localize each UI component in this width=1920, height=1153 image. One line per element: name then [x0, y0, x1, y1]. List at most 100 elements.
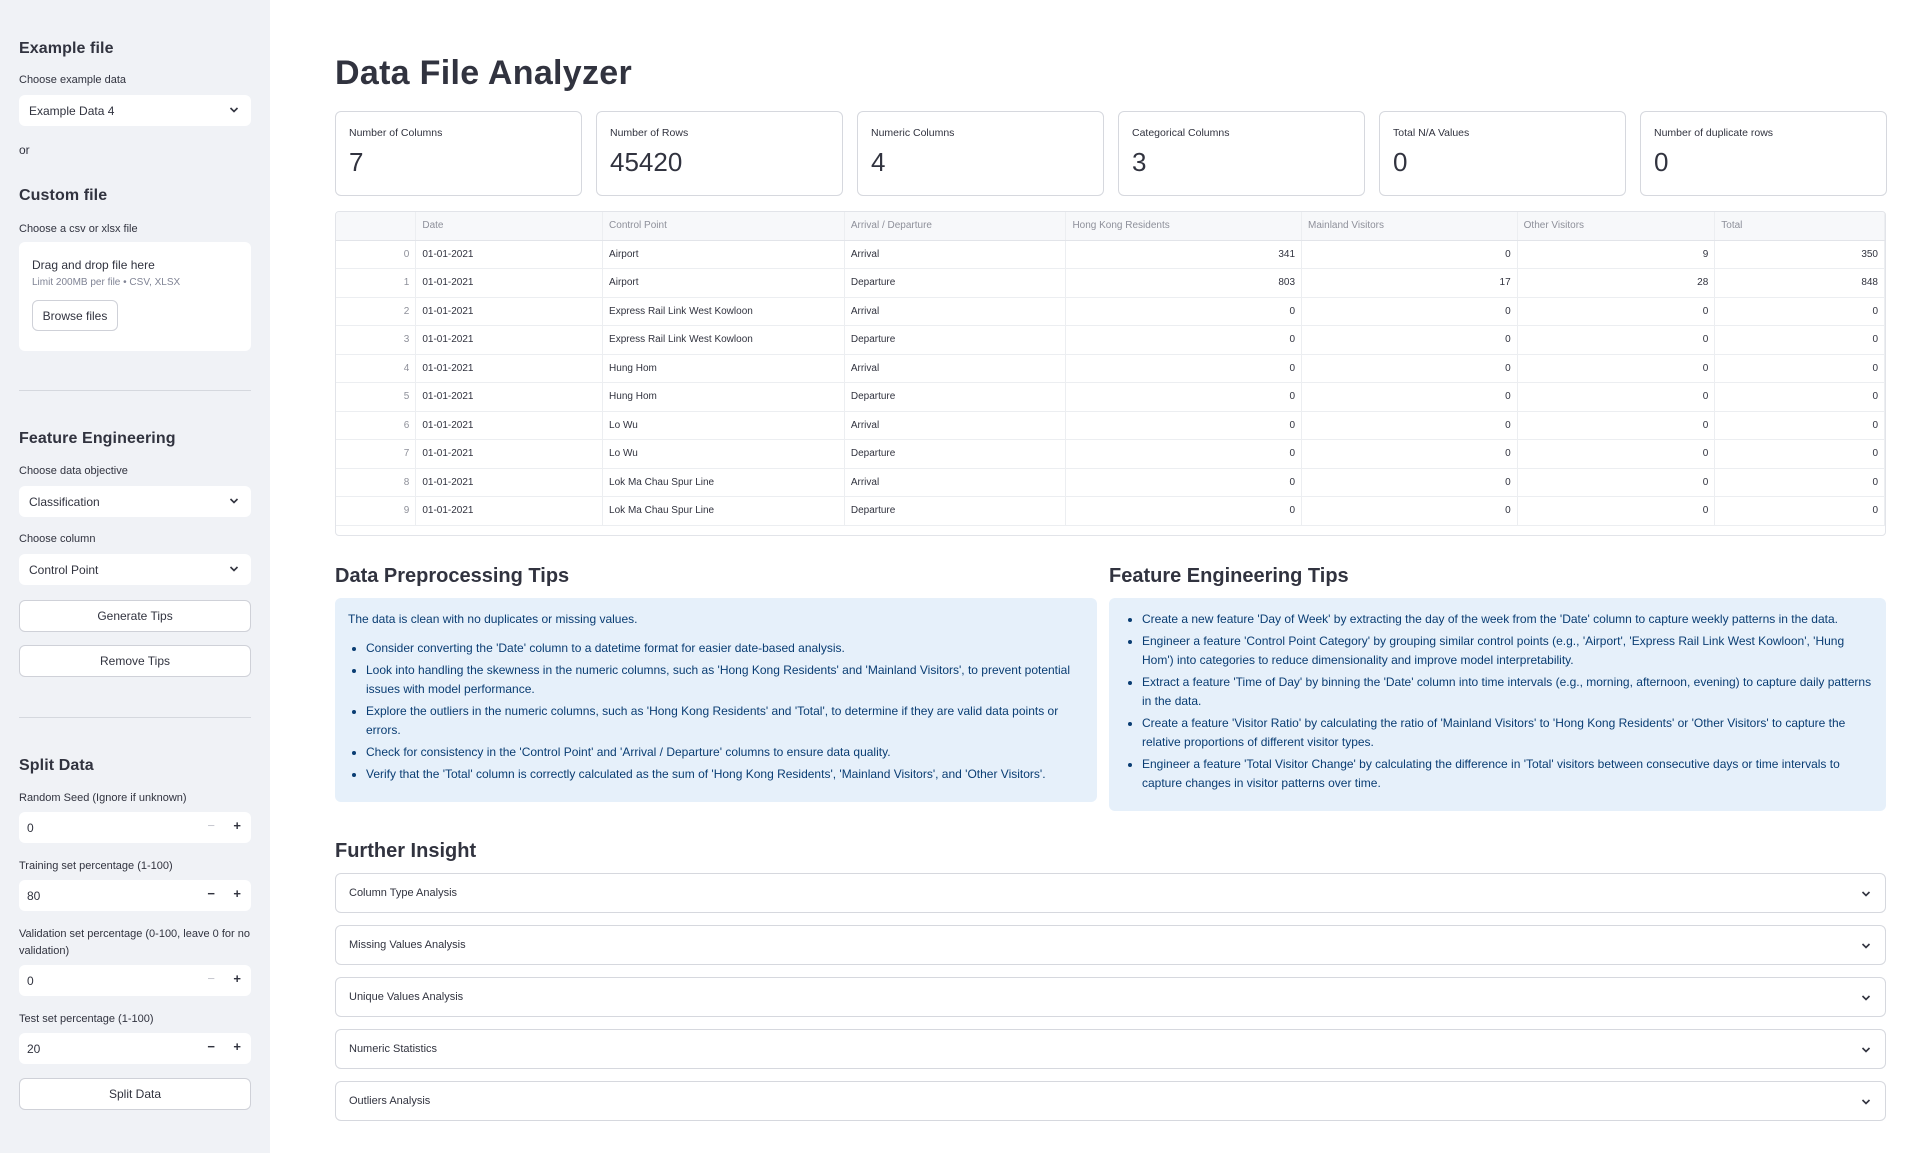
table-row[interactable]: 7 01-01-2021 Lo Wu Departure 0 0 0 0	[336, 439, 1885, 469]
table-cell[interactable]: 01-01-2021	[415, 354, 604, 383]
table-row[interactable]: 4 01-01-2021 Hung Hom Arrival 0 0 0 0	[336, 354, 1885, 383]
table-cell[interactable]: Departure	[844, 325, 1067, 355]
table-cell[interactable]: Lo Wu	[602, 411, 845, 440]
table-cell[interactable]: Airport	[602, 240, 845, 269]
table-cell[interactable]: 01-01-2021	[415, 468, 604, 497]
table-cell[interactable]: 01-01-2021	[415, 268, 604, 298]
table-cell[interactable]: 01-01-2021	[415, 382, 604, 412]
table-row[interactable]: 0 01-01-2021 Airport Arrival 341 0 9 350	[336, 240, 1885, 269]
expander-numeric-statistics[interactable]: Numeric Statistics	[335, 1029, 1886, 1069]
table-cell[interactable]: 0	[1714, 354, 1885, 383]
generate-tips-button[interactable]: Generate Tips	[19, 600, 251, 632]
decrement-icon[interactable]: −	[207, 1039, 215, 1054]
table-cell[interactable]: 0	[1065, 468, 1303, 497]
table-cell[interactable]: Departure	[844, 268, 1067, 298]
table-cell[interactable]: 0	[1714, 468, 1885, 497]
table-cell[interactable]: 01-01-2021	[415, 439, 604, 469]
row-index-cell[interactable]: 2	[336, 297, 417, 326]
table-cell[interactable]: 0	[1301, 411, 1518, 440]
table-cell[interactable]: Express Rail Link West Kowloon	[602, 297, 845, 326]
table-cell[interactable]: 01-01-2021	[415, 297, 604, 326]
validation-percentage-input[interactable]: 0 − +	[19, 965, 251, 996]
table-cell[interactable]: 0	[1065, 297, 1303, 326]
random-seed-input[interactable]: 0 − +	[19, 812, 251, 843]
table-cell[interactable]: 0	[1065, 325, 1303, 355]
column-header[interactable]: Date	[415, 212, 604, 241]
table-cell[interactable]: Arrival	[844, 297, 1067, 326]
table-cell[interactable]: Departure	[844, 496, 1067, 526]
row-index-cell[interactable]: 6	[336, 411, 417, 440]
row-index-cell[interactable]: 5	[336, 382, 417, 412]
row-index-cell[interactable]: 7	[336, 439, 417, 469]
table-cell[interactable]: 0	[1065, 354, 1303, 383]
table-cell[interactable]: 01-01-2021	[415, 325, 604, 355]
table-cell[interactable]: 0	[1301, 354, 1518, 383]
table-cell[interactable]: 0	[1517, 468, 1716, 497]
table-cell[interactable]: 0	[1517, 382, 1716, 412]
expander-missing-values-analysis[interactable]: Missing Values Analysis	[335, 925, 1886, 965]
test-percentage-input[interactable]: 20 − +	[19, 1033, 251, 1064]
table-cell[interactable]: 01-01-2021	[415, 411, 604, 440]
table-cell[interactable]: 01-01-2021	[415, 496, 604, 526]
decrement-icon[interactable]: −	[207, 886, 215, 901]
table-cell[interactable]: 0	[1714, 411, 1885, 440]
table-cell[interactable]: 0	[1301, 297, 1518, 326]
table-cell[interactable]: 848	[1714, 268, 1885, 298]
expander-unique-values-analysis[interactable]: Unique Values Analysis	[335, 977, 1886, 1017]
increment-icon[interactable]: +	[233, 971, 241, 986]
table-cell[interactable]: 0	[1517, 411, 1716, 440]
table-cell[interactable]: 9	[1517, 240, 1716, 269]
row-index-cell[interactable]: 8	[336, 468, 417, 497]
table-cell[interactable]: 0	[1517, 325, 1716, 355]
example-data-select[interactable]: Example Data 4	[19, 95, 251, 126]
expander-outliers-analysis[interactable]: Outliers Analysis	[335, 1081, 1886, 1121]
table-row[interactable]: 5 01-01-2021 Hung Hom Departure 0 0 0 0	[336, 382, 1885, 412]
table-row[interactable]: 6 01-01-2021 Lo Wu Arrival 0 0 0 0	[336, 411, 1885, 440]
column-header[interactable]	[336, 212, 417, 241]
increment-icon[interactable]: +	[233, 818, 241, 833]
table-cell[interactable]: 341	[1065, 240, 1303, 269]
decrement-icon[interactable]: −	[207, 971, 215, 986]
table-cell[interactable]: 0	[1065, 382, 1303, 412]
column-header[interactable]: Control Point	[602, 212, 845, 241]
table-cell[interactable]: 0	[1065, 411, 1303, 440]
table-cell[interactable]: Hung Hom	[602, 354, 845, 383]
row-index-cell[interactable]: 4	[336, 354, 417, 383]
table-cell[interactable]: Lok Ma Chau Spur Line	[602, 496, 845, 526]
column-header[interactable]: Other Visitors	[1517, 212, 1716, 241]
table-cell[interactable]: 0	[1301, 496, 1518, 526]
table-row[interactable]: 1 01-01-2021 Airport Departure 803 17 28 848	[336, 268, 1885, 298]
table-cell[interactable]: Departure	[844, 439, 1067, 469]
row-index-cell[interactable]: 1	[336, 268, 417, 298]
table-cell[interactable]: 0	[1065, 496, 1303, 526]
increment-icon[interactable]: +	[233, 1039, 241, 1054]
table-cell[interactable]: 803	[1065, 268, 1303, 298]
table-cell[interactable]: 0	[1517, 496, 1716, 526]
column-header[interactable]: Mainland Visitors	[1301, 212, 1518, 241]
table-cell[interactable]: 0	[1517, 354, 1716, 383]
column-header[interactable]: Arrival / Departure	[844, 212, 1067, 241]
table-row[interactable]: 3 01-01-2021 Express Rail Link West Kowloo…	[336, 325, 1885, 355]
table-cell[interactable]: Hung Hom	[602, 382, 845, 412]
table-cell[interactable]: Arrival	[844, 468, 1067, 497]
decrement-icon[interactable]: −	[207, 818, 215, 833]
training-percentage-input[interactable]: 80 − +	[19, 880, 251, 911]
table-cell[interactable]: 0	[1301, 468, 1518, 497]
table-cell[interactable]: Departure	[844, 382, 1067, 412]
table-cell[interactable]: Express Rail Link West Kowloon	[602, 325, 845, 355]
table-row[interactable]: 2 01-01-2021 Express Rail Link West Kowloo…	[336, 297, 1885, 326]
table-cell[interactable]: 0	[1301, 439, 1518, 469]
table-cell[interactable]: Arrival	[844, 240, 1067, 269]
table-cell[interactable]: 0	[1517, 439, 1716, 469]
table-cell[interactable]: 0	[1301, 325, 1518, 355]
row-index-cell[interactable]: 0	[336, 240, 417, 269]
table-cell[interactable]: 0	[1714, 496, 1885, 526]
table-cell[interactable]: 01-01-2021	[415, 240, 604, 269]
table-cell[interactable]: Lok Ma Chau Spur Line	[602, 468, 845, 497]
table-cell[interactable]: 0	[1065, 439, 1303, 469]
table-cell[interactable]: Arrival	[844, 411, 1067, 440]
table-cell[interactable]: Arrival	[844, 354, 1067, 383]
data-table[interactable]: Date Control Point Arrival / Departure H…	[335, 211, 1886, 536]
table-cell[interactable]: 0	[1714, 439, 1885, 469]
table-cell[interactable]: 350	[1714, 240, 1885, 269]
